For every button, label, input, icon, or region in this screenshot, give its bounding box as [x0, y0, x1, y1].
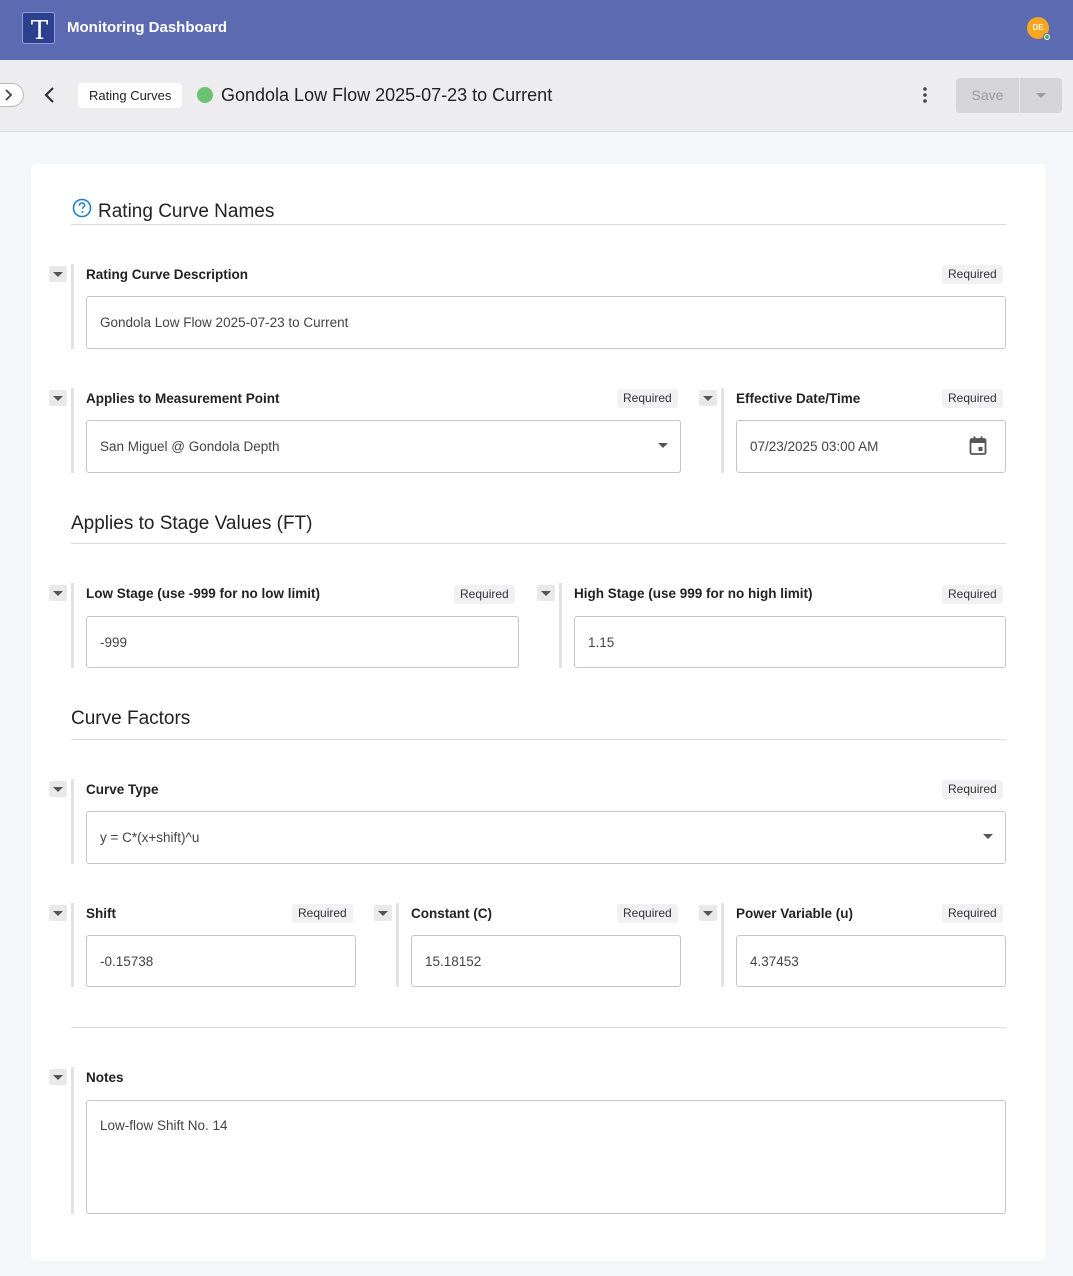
- effective-date-label: Effective Date/Time: [736, 391, 861, 406]
- field-indent-bar: [71, 779, 74, 864]
- save-button-group: Save: [956, 78, 1062, 113]
- logo-icon: T: [31, 16, 49, 45]
- calendar-icon[interactable]: [969, 436, 987, 456]
- collapse-curve-type-button[interactable]: [49, 781, 67, 797]
- power-variable-label: Power Variable (u): [736, 906, 854, 921]
- field-indent-bar: [721, 903, 724, 987]
- chevron-right-icon: [5, 89, 13, 101]
- collapse-constant-button[interactable]: [374, 905, 392, 921]
- more-options-button[interactable]: [918, 85, 932, 105]
- breadcrumb-rating-curves[interactable]: Rating Curves: [78, 83, 183, 108]
- required-badge: Required: [292, 904, 353, 923]
- curve-type-select[interactable]: y = C*(x+shift)^u: [86, 811, 1006, 864]
- save-button[interactable]: Save: [956, 78, 1019, 113]
- section-divider: [71, 1027, 1006, 1028]
- required-badge: Required: [617, 904, 678, 923]
- effective-date-input[interactable]: 07/23/2025 03:00 AM: [736, 420, 1006, 473]
- high-stage-input[interactable]: 1.15: [574, 616, 1006, 668]
- chevron-down-icon[interactable]: [658, 443, 668, 448]
- notes-label: Notes: [86, 1070, 124, 1085]
- svg-text:T: T: [31, 16, 49, 45]
- description-label: Rating Curve Description: [86, 267, 249, 282]
- collapse-description-button[interactable]: [49, 266, 67, 282]
- required-badge: Required: [942, 585, 1003, 604]
- section-title-names: Rating Curve Names: [98, 201, 275, 222]
- more-vertical-icon: [923, 87, 927, 103]
- collapse-measurement-point-button[interactable]: [49, 390, 67, 406]
- online-status-icon: [1043, 33, 1051, 41]
- section-divider: [71, 224, 1006, 225]
- required-badge: Required: [942, 389, 1003, 408]
- low-stage-label: Low Stage (use -999 for no low limit): [86, 586, 321, 601]
- description-input[interactable]: Gondola Low Flow 2025-07-23 to Current: [86, 296, 1006, 349]
- field-indent-bar: [71, 388, 74, 473]
- status-indicator: [197, 87, 213, 103]
- app-title: Monitoring Dashboard: [67, 19, 227, 36]
- collapse-power-variable-button[interactable]: [699, 905, 717, 921]
- section-divider: [71, 543, 1006, 544]
- chevron-left-icon: [44, 87, 54, 103]
- collapse-effective-date-button[interactable]: [699, 390, 717, 406]
- field-indent-bar: [71, 1067, 74, 1214]
- required-badge: Required: [942, 904, 1003, 923]
- page-header: Rating Curves Gondola Low Flow 2025-07-2…: [0, 60, 1073, 132]
- low-stage-input[interactable]: -999: [86, 616, 519, 668]
- page-title: Gondola Low Flow 2025-07-23 to Current: [221, 85, 553, 105]
- collapse-low-stage-button[interactable]: [49, 585, 67, 601]
- collapse-notes-button[interactable]: [49, 1069, 67, 1085]
- constant-input[interactable]: 15.18152: [411, 935, 681, 987]
- app-topbar: T Monitoring Dashboard DE: [0, 0, 1073, 60]
- shift-label: Shift: [86, 906, 116, 921]
- app-logo[interactable]: T: [22, 12, 55, 45]
- constant-label: Constant (C): [411, 906, 492, 921]
- field-indent-bar: [559, 583, 562, 668]
- field-indent-bar: [396, 903, 399, 987]
- section-divider: [71, 739, 1006, 740]
- field-indent-bar: [71, 903, 74, 987]
- field-indent-bar: [71, 583, 74, 668]
- field-indent-bar: [71, 264, 74, 349]
- chevron-down-icon[interactable]: [983, 834, 993, 839]
- measurement-point-select[interactable]: San Miguel @ Gondola Depth: [86, 420, 681, 473]
- high-stage-label: High Stage (use 999 for no high limit): [574, 586, 813, 601]
- shift-input[interactable]: -0.15738: [86, 935, 356, 987]
- required-badge: Required: [942, 780, 1003, 799]
- notes-textarea[interactable]: Low-flow Shift No. 14: [86, 1100, 1006, 1214]
- save-options-dropdown-button[interactable]: [1020, 78, 1062, 113]
- curve-type-label: Curve Type: [86, 782, 159, 797]
- measurement-point-label: Applies to Measurement Point: [86, 391, 280, 406]
- field-indent-bar: [721, 388, 724, 473]
- collapse-high-stage-button[interactable]: [537, 585, 555, 601]
- back-button[interactable]: [40, 85, 60, 105]
- collapse-shift-button[interactable]: [49, 905, 67, 921]
- required-badge: Required: [454, 585, 515, 604]
- section-title-stage: Applies to Stage Values (FT): [71, 513, 313, 534]
- section-title-factors: Curve Factors: [71, 708, 191, 729]
- expand-sidebar-button[interactable]: [0, 83, 24, 107]
- power-variable-input[interactable]: 4.37453: [736, 935, 1006, 987]
- required-badge: Required: [942, 265, 1003, 284]
- required-badge: Required: [617, 389, 678, 408]
- question-circle-icon[interactable]: [72, 198, 92, 218]
